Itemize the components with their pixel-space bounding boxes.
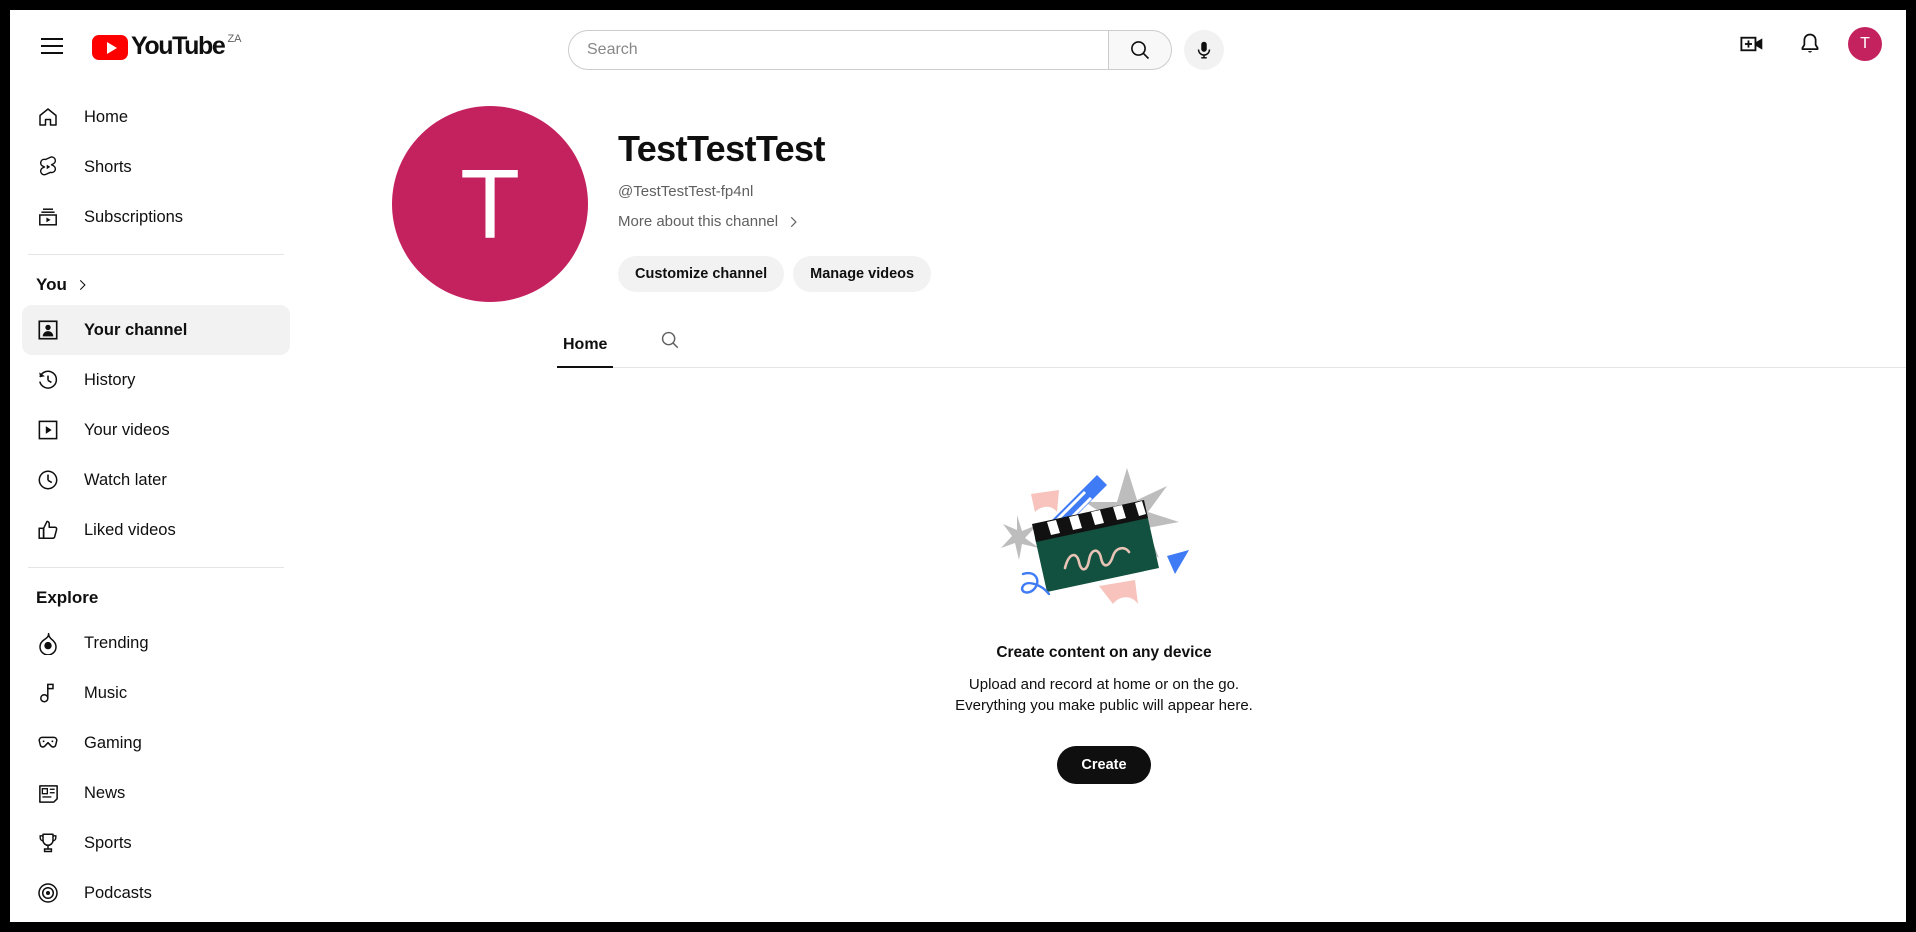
channel-handle: @TestTestTest-fp4nl xyxy=(618,183,754,200)
youtube-logo[interactable]: YouTube ZA xyxy=(92,32,242,60)
more-about-channel-link[interactable]: More about this channel xyxy=(618,213,800,230)
sidebar-item-sports[interactable]: Sports xyxy=(22,818,290,868)
channel-name: TestTestTest xyxy=(618,128,825,169)
sidebar-item-history[interactable]: History xyxy=(22,355,290,405)
sidebar-label: Watch later xyxy=(84,470,167,489)
sidebar-label: Subscriptions xyxy=(84,207,184,226)
create-button[interactable]: Create xyxy=(1057,746,1151,784)
sidebar-item-watch-later[interactable]: Watch later xyxy=(22,455,290,505)
channel-avatar[interactable]: T xyxy=(392,106,588,302)
person-icon xyxy=(36,318,60,342)
more-about-channel-label: More about this channel xyxy=(618,213,779,230)
microphone-icon xyxy=(1197,41,1211,59)
notifications-button[interactable] xyxy=(1790,24,1830,64)
customize-channel-button[interactable]: Customize channel xyxy=(618,256,785,292)
sidebar-label: Home xyxy=(84,107,129,126)
empty-state: Create content on any device Upload and … xyxy=(302,460,1906,784)
sidebar-label: Gaming xyxy=(84,733,142,752)
sidebar-item-news[interactable]: News xyxy=(22,768,290,818)
trending-icon xyxy=(36,631,60,655)
shorts-icon xyxy=(36,155,60,179)
sidebar-label: Your videos xyxy=(84,420,170,439)
youtube-logo-text: YouTube xyxy=(131,32,226,60)
empty-state-description: Upload and record at home or on the go. … xyxy=(955,674,1253,716)
sidebar-item-home[interactable]: Home xyxy=(22,92,290,142)
create-video-icon xyxy=(1740,36,1763,52)
create-video-button[interactable] xyxy=(1732,24,1772,64)
section-label: You xyxy=(36,275,67,294)
sidebar-navigation[interactable]: Home Shorts Subscriptions You Your chann… xyxy=(10,82,302,922)
sidebar-section-you[interactable]: You xyxy=(10,267,302,305)
sidebar-label: History xyxy=(84,370,136,389)
subscriptions-icon xyxy=(36,205,60,229)
empty-state-line-2: Everything you make public will appear h… xyxy=(955,697,1253,714)
masthead-header: YouTube ZA Search T xyxy=(10,10,1906,82)
history-icon xyxy=(36,368,60,392)
sidebar-label: Shorts xyxy=(84,157,132,176)
sidebar-item-gaming[interactable]: Gaming xyxy=(22,718,290,768)
channel-actions: Customize channel Manage videos xyxy=(618,256,932,292)
search-box xyxy=(568,30,1172,70)
clock-icon xyxy=(36,468,60,492)
sidebar-label: Podcasts xyxy=(84,883,152,902)
country-code-label: ZA xyxy=(227,33,242,45)
bell-icon xyxy=(1801,33,1819,53)
sidebar-item-liked-videos[interactable]: Liked videos xyxy=(22,505,290,555)
channel-search-tab-button[interactable] xyxy=(653,329,687,368)
channel-tab-bar: Home xyxy=(557,328,1906,368)
youtube-play-icon xyxy=(92,35,128,60)
manage-videos-button[interactable]: Manage videos xyxy=(793,256,932,292)
search-input-wrapper[interactable] xyxy=(568,30,1108,70)
sidebar-label: Your channel xyxy=(84,320,188,339)
empty-state-title: Create content on any device xyxy=(996,644,1212,661)
hamburger-icon[interactable] xyxy=(28,22,76,70)
search-icon xyxy=(662,331,679,349)
voice-search-button[interactable] xyxy=(1184,30,1224,70)
newspaper-icon xyxy=(36,781,60,805)
main-content: T TestTestTest @TestTestTest-fp4nl More … xyxy=(302,82,1906,922)
home-icon xyxy=(36,105,60,129)
sidebar-item-subscriptions[interactable]: Subscriptions xyxy=(22,192,290,242)
clapperboard-illustration xyxy=(1001,468,1189,604)
search-icon xyxy=(1131,41,1150,60)
chevron-right-icon xyxy=(79,279,86,291)
sidebar-label: Sports xyxy=(84,833,132,852)
gamepad-icon xyxy=(36,731,60,755)
sidebar-item-shorts[interactable]: Shorts xyxy=(22,142,290,192)
music-note-icon xyxy=(36,681,60,705)
sidebar-label: Music xyxy=(84,683,128,702)
thumbs-up-icon xyxy=(36,518,60,542)
header-actions: T xyxy=(1732,24,1882,64)
sidebar-divider-2 xyxy=(28,567,284,568)
podcast-icon xyxy=(36,881,60,905)
search-input[interactable] xyxy=(587,41,1108,59)
sidebar-label: News xyxy=(84,783,126,802)
video-icon xyxy=(36,418,60,442)
sidebar-label: Liked videos xyxy=(84,520,176,539)
channel-info: TestTestTest @TestTestTest-fp4nl More ab… xyxy=(618,106,932,302)
trophy-icon xyxy=(36,831,60,855)
sidebar-section-explore: Explore xyxy=(10,580,302,618)
search-area xyxy=(568,30,1224,70)
sidebar-item-podcasts[interactable]: Podcasts xyxy=(22,868,290,918)
chevron-right-icon xyxy=(790,216,797,227)
sidebar-item-music[interactable]: Music xyxy=(22,668,290,718)
account-avatar[interactable]: T xyxy=(1848,27,1882,61)
channel-header: T TestTestTest @TestTestTest-fp4nl More … xyxy=(302,82,1906,302)
sidebar-label: Trending xyxy=(84,633,149,652)
empty-state-line-1: Upload and record at home or on the go. xyxy=(968,676,1240,693)
search-button[interactable] xyxy=(1108,30,1172,70)
sidebar-divider-1 xyxy=(28,254,284,255)
section-label: Explore xyxy=(36,588,99,607)
sidebar-item-trending[interactable]: Trending xyxy=(22,618,290,668)
sidebar-item-your-videos[interactable]: Your videos xyxy=(22,405,290,455)
browser-viewport: YouTube ZA Search T Home Shorts Subscrip… xyxy=(10,10,1906,922)
tab-home[interactable]: Home xyxy=(557,336,614,368)
sidebar-item-your-channel[interactable]: Your channel xyxy=(22,305,290,355)
